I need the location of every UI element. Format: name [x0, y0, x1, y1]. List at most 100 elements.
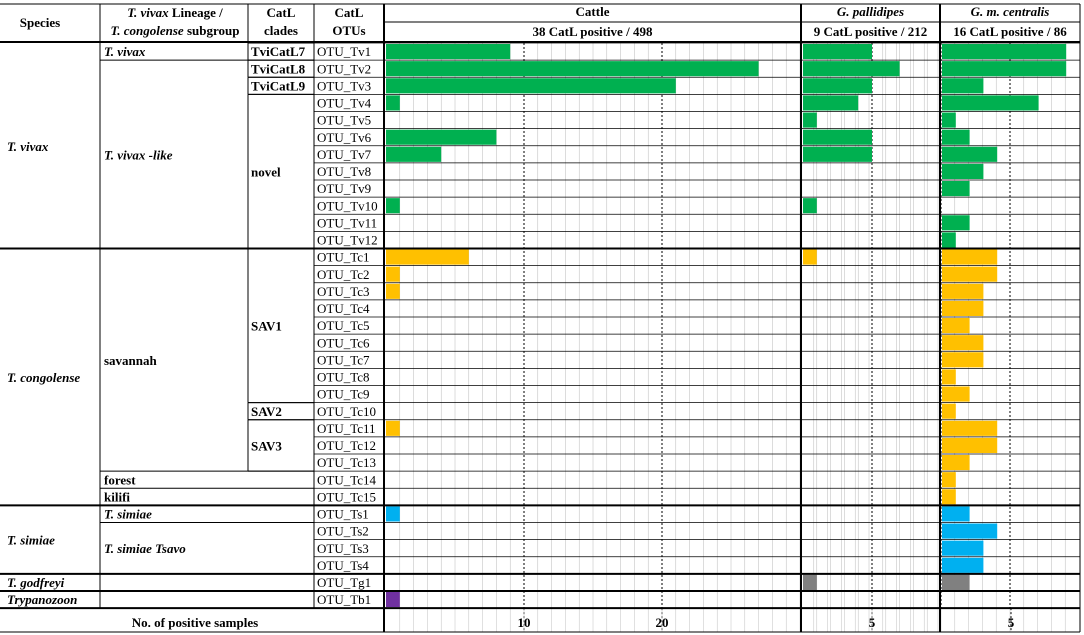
bar [942, 403, 956, 419]
lineage-label: T. simiae Tsavo [104, 541, 186, 556]
bar [386, 129, 497, 145]
species-label: T. godfreyi [7, 575, 65, 590]
panel-summary-label: 16 CatL positive / 86 [953, 24, 1067, 39]
bar [942, 574, 970, 590]
species-label: T. congolense [7, 370, 80, 385]
x-tick-label: 20 [656, 615, 669, 630]
bar [803, 574, 817, 590]
bar [386, 420, 400, 436]
bar [803, 61, 900, 77]
otu-label: OTU_Ts2 [317, 524, 369, 539]
header-lineage-2: T. congolense subgroup [111, 23, 240, 38]
header-lineage: T. vivax Lineage / [127, 5, 223, 20]
otu-label: OTU_Tc15 [317, 489, 376, 504]
otu-label: OTU_Tv5 [317, 113, 371, 128]
bar [942, 386, 970, 402]
otu-label: OTU_Tv11 [317, 215, 377, 230]
bar [386, 506, 400, 522]
bar [942, 506, 970, 522]
bar [942, 112, 956, 128]
bar [942, 232, 956, 248]
bar [942, 129, 970, 145]
clade-label: TviCatL9 [251, 78, 306, 93]
otu-label: OTU_Tv2 [317, 61, 371, 76]
lineage-label: T. simiae [104, 507, 152, 522]
bar [386, 44, 511, 60]
clade-label: TviCatL8 [251, 61, 306, 76]
bar [942, 472, 956, 488]
bar [942, 215, 970, 231]
clade-label: SAV1 [251, 319, 282, 334]
bar [803, 95, 859, 111]
otu-label: OTU_Tc8 [317, 370, 370, 385]
bar [942, 557, 984, 573]
otu-label: OTU_Tv7 [317, 147, 372, 162]
otu-label: OTU_Tb1 [317, 592, 371, 607]
bar [942, 437, 998, 453]
otu-label: OTU_Tg1 [317, 575, 371, 590]
bar [942, 163, 984, 179]
header-species: Species [20, 15, 60, 30]
otu-label: OTU_Tc3 [317, 284, 370, 299]
bar [803, 44, 872, 60]
bar [386, 592, 400, 608]
panel-host-label: G. pallidipes [837, 4, 904, 19]
otu-label: OTU_Tc12 [317, 438, 376, 453]
bar [942, 61, 1067, 77]
x-tick-label: 10 [518, 615, 531, 630]
bar [942, 489, 956, 505]
otu-bar-table: Species T. vivax Lineage / T. congolense… [0, 3, 1081, 633]
lineage-label: savannah [104, 353, 158, 368]
bar [803, 249, 817, 265]
bar [386, 266, 400, 282]
otu-label: OTU_Tc13 [317, 455, 376, 470]
header-clades: CatL [267, 5, 296, 20]
bar [803, 78, 872, 94]
bar [386, 146, 442, 162]
bar [803, 112, 817, 128]
otu-label: OTU_Tc14 [317, 472, 377, 487]
panel-summary-label: 9 CatL positive / 212 [814, 24, 927, 39]
otu-label: OTU_Ts4 [317, 558, 369, 573]
bar [386, 283, 400, 299]
otu-label: OTU_Tv6 [317, 130, 372, 145]
otu-label: OTU_Tc6 [317, 335, 370, 350]
bar [942, 146, 998, 162]
otu-label: OTU_Tv1 [317, 44, 371, 59]
table-frame [0, 3, 1081, 633]
otu-label: OTU_Tv12 [317, 233, 378, 248]
bar [803, 198, 817, 214]
lineage-label: kilifi [104, 489, 130, 504]
otu-label: OTU_Tc5 [317, 318, 370, 333]
otu-label: OTU_Tv3 [317, 78, 371, 93]
bar [942, 283, 984, 299]
header-otus-2: OTUs [332, 23, 365, 38]
bar [942, 455, 970, 471]
otu-label: OTU_Ts1 [317, 507, 369, 522]
lineage-label: T. vivax -like [104, 147, 173, 162]
bar [942, 95, 1039, 111]
panel-host-label: Cattle [576, 4, 610, 19]
clade-label: novel [251, 164, 281, 179]
bar [386, 78, 676, 94]
clade-label: TviCatL7 [251, 44, 306, 59]
species-label: T. simiae [7, 533, 55, 548]
otu-label: OTU_Ts3 [317, 541, 369, 556]
bar [386, 249, 469, 265]
bar [386, 61, 759, 77]
otu-label: OTU_Tc4 [317, 301, 370, 316]
footer-label: No. of positive samples [132, 615, 258, 630]
bar [942, 266, 998, 282]
bar [386, 95, 400, 111]
otu-label: OTU_Tc10 [317, 404, 376, 419]
clade-label: SAV3 [251, 438, 282, 453]
otu-label: OTU_Tv8 [317, 164, 371, 179]
bar [942, 523, 998, 539]
species-label: Trypanozoon [7, 592, 77, 607]
otu-label: OTU_Tc2 [317, 267, 370, 282]
otu-label: OTU_Tv9 [317, 181, 371, 196]
bar [942, 352, 984, 368]
species-label: T. vivax [7, 139, 49, 154]
panel-host-label: G. m. centralis [971, 4, 1050, 19]
clade-label: SAV2 [251, 404, 282, 419]
